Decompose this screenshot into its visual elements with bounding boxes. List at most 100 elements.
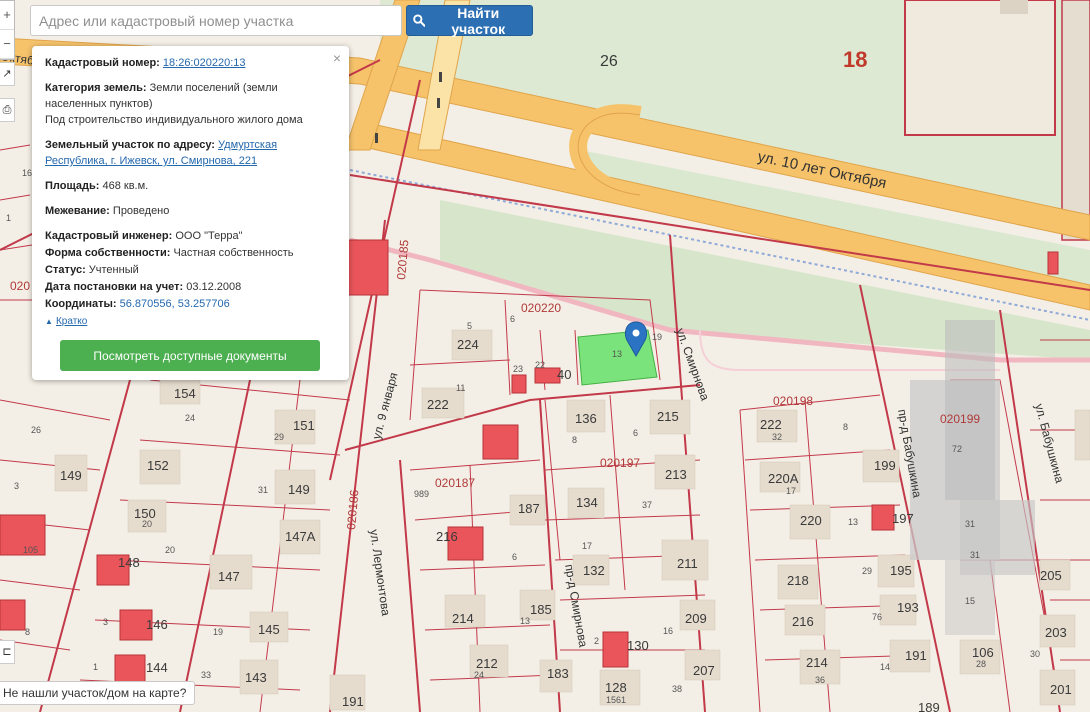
house-number: 132 <box>583 563 605 578</box>
house-number: 6 <box>633 428 638 438</box>
house-number: 193 <box>897 600 919 615</box>
house-number: 31 <box>970 550 980 560</box>
house-number: 149 <box>288 482 310 497</box>
house-number: 3 <box>103 617 108 627</box>
house-number: 209 <box>685 611 707 626</box>
search-input[interactable] <box>30 5 402 36</box>
zoom-control: + − <box>0 0 15 60</box>
house-number: 199 <box>874 458 896 473</box>
house-number: 13 <box>612 349 622 359</box>
ruler-icon: ⊏ <box>2 646 12 658</box>
measure-button[interactable]: ⊏ <box>0 640 15 664</box>
house-number: 1561 <box>606 695 626 705</box>
ownership-label: Форма собственности: <box>45 247 171 259</box>
house-number: 201 <box>1050 682 1072 697</box>
find-plot-button[interactable]: Найти участок <box>406 5 533 37</box>
house-number: 189 <box>918 700 940 712</box>
house-number: 26 <box>31 425 41 435</box>
cadastral-number-link[interactable]: 18:26:020220:13 <box>163 57 246 69</box>
quarter-label-020199: 020199 <box>940 412 980 426</box>
house-number: 216 <box>792 614 814 629</box>
house-number: 224 <box>457 337 479 352</box>
house-number: 207 <box>693 663 715 678</box>
house-number: 1 <box>6 213 11 223</box>
house-number: 185 <box>530 602 552 617</box>
house-number: 148 <box>118 555 140 570</box>
ownership-value: Частная собственность <box>173 247 294 259</box>
registration-date-value: 03.12.2008 <box>186 281 242 293</box>
house-number: 1 <box>93 662 98 672</box>
house-number: 20 <box>165 545 175 555</box>
house-number: 8 <box>572 435 577 445</box>
house-number: 30 <box>1030 649 1040 659</box>
block-label-26: 26 <box>600 53 618 70</box>
status-label: Статус: <box>45 264 86 276</box>
house-number: 13 <box>848 517 858 527</box>
house-number: 134 <box>576 495 598 510</box>
house-number: 203 <box>1045 625 1067 640</box>
print-button[interactable]: ⎙ <box>0 98 15 122</box>
house-number: 8 <box>843 422 848 432</box>
house-number: 6 <box>512 552 517 562</box>
house-number: 40 <box>557 367 571 382</box>
house-number: 72 <box>952 444 962 454</box>
house-number: 33 <box>201 670 211 680</box>
collapse-icon[interactable]: ▲ <box>45 317 53 326</box>
block-label-18: 18 <box>843 47 867 72</box>
house-number: 222 <box>427 397 449 412</box>
quarter-label-020187: 020187 <box>435 476 475 490</box>
not-found-link[interactable]: Не нашли участок/дом на карте? <box>0 681 196 705</box>
house-number: 106 <box>972 645 994 660</box>
house-number: 36 <box>815 675 825 685</box>
survey-value: Проведено <box>112 205 170 217</box>
house-number: 143 <box>245 670 267 685</box>
house-number: 37 <box>642 500 652 510</box>
house-number: 154 <box>174 386 196 401</box>
draw-tool-button[interactable]: ↗ <box>0 62 15 86</box>
house-number: 145 <box>258 622 280 637</box>
house-number: 218 <box>787 573 809 588</box>
house-number: 2 <box>594 636 599 646</box>
expand-icon: ↗ <box>2 68 12 80</box>
house-number: 213 <box>665 467 687 482</box>
house-number: 197 <box>892 511 914 526</box>
print-icon: ⎙ <box>2 104 12 116</box>
house-number: 17 <box>786 486 796 496</box>
land-category-label: Категория земель: <box>45 82 147 94</box>
registration-date-label: Дата постановки на учет: <box>45 281 184 293</box>
house-number: 32 <box>772 432 782 442</box>
house-number: 191 <box>905 648 927 663</box>
zoom-out-button[interactable]: − <box>0 30 14 59</box>
house-number: 19 <box>652 332 662 342</box>
house-number: 216 <box>436 529 458 544</box>
house-number: 220 <box>800 513 822 528</box>
address-label: Земельный участок по адресу: <box>45 139 215 151</box>
house-number: 147А <box>285 529 316 544</box>
house-number: 212 <box>476 656 498 671</box>
engineer-value: ООО "Терра" <box>175 230 243 242</box>
house-number: 11 <box>456 383 465 393</box>
collapse-link[interactable]: Кратко <box>56 314 87 330</box>
close-icon[interactable]: × <box>333 50 341 66</box>
house-number: 3 <box>14 481 19 491</box>
house-number: 15 <box>965 596 975 606</box>
house-number: 6 <box>510 314 515 324</box>
zoom-in-button[interactable]: + <box>0 1 14 30</box>
plot-info-popup: × Кадастровый номер: 18:26:020220:13 Кат… <box>32 46 349 380</box>
house-number: 147 <box>218 569 240 584</box>
house-number: 5 <box>467 321 472 331</box>
house-number: 187 <box>518 501 540 516</box>
house-number: 8 <box>25 627 30 637</box>
house-number: 136 <box>575 411 597 426</box>
view-documents-button[interactable]: Посмотреть доступные документы <box>60 340 320 371</box>
quarter-label-020198: 020198 <box>773 394 813 408</box>
house-number: 211 <box>677 556 698 571</box>
quarter-label-020197: 020197 <box>600 456 640 470</box>
engineer-label: Кадастровый инженер: <box>45 230 173 242</box>
house-number: 24 <box>185 413 195 423</box>
quarter-label-020220: 020220 <box>521 301 561 315</box>
house-number: 222 <box>760 417 782 432</box>
house-number: 152 <box>147 458 169 473</box>
house-number: 22 <box>535 360 545 370</box>
house-number: 220А <box>768 471 799 486</box>
